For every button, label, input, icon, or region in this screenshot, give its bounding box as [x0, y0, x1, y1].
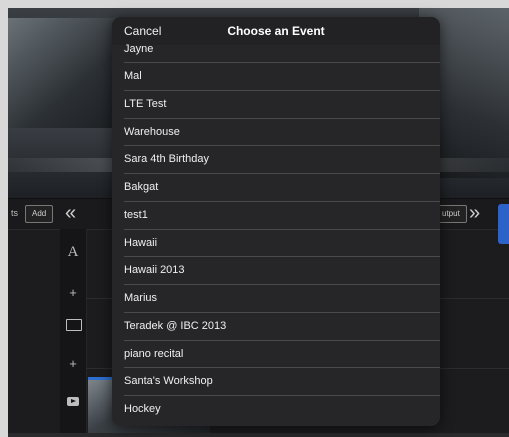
video-play-icon[interactable] — [67, 397, 79, 406]
bottom-bar — [8, 433, 509, 437]
text-icon[interactable]: A — [60, 244, 86, 261]
add-button[interactable]: Add — [25, 205, 54, 223]
event-item-sara-4th-birthday[interactable]: Sara 4th Birthday — [112, 146, 440, 174]
event-list: Jayne Mal LTE Test Warehouse Sara 4th Bi… — [112, 44, 440, 424]
event-item-hawaii-2013[interactable]: Hawaii 2013 — [112, 257, 440, 285]
event-item-teradek-ibc-2013[interactable]: Teradek @ IBC 2013 — [112, 313, 440, 341]
event-item-jayne[interactable]: Jayne — [112, 44, 440, 63]
video-blur-left — [8, 18, 128, 128]
add-image-plus-icon[interactable]: + — [60, 356, 86, 371]
collapse-left-chevron-icon[interactable]: « — [65, 202, 76, 224]
event-item-piano-recital[interactable]: piano recital — [112, 341, 440, 369]
event-item-hawaii[interactable]: Hawaii — [112, 230, 440, 258]
event-item-warehouse[interactable]: Warehouse — [112, 119, 440, 147]
event-item-bakgat[interactable]: Bakgat — [112, 174, 440, 202]
tool-sidebar: A + + — [60, 229, 87, 437]
image-icon[interactable] — [66, 319, 82, 331]
side-panel-tab[interactable] — [498, 204, 509, 244]
cancel-button[interactable]: Cancel — [124, 24, 161, 38]
event-item-santas-workshop[interactable]: Santa's Workshop — [112, 368, 440, 396]
popover-header: Choose an Event Cancel — [112, 17, 440, 45]
event-item-hockey[interactable]: Hockey — [112, 396, 440, 424]
event-item-lte-test[interactable]: LTE Test — [112, 91, 440, 119]
toolbar-left-label: ts — [11, 208, 19, 218]
event-item-marius[interactable]: Marius — [112, 285, 440, 313]
event-item-mal[interactable]: Mal — [112, 63, 440, 91]
add-text-plus-icon[interactable]: + — [60, 285, 86, 300]
event-item-test1[interactable]: test1 — [112, 202, 440, 230]
choose-event-popover: Choose an Event Cancel Jayne Mal LTE Tes… — [112, 17, 440, 426]
expand-right-chevron-icon[interactable]: » — [469, 202, 480, 224]
